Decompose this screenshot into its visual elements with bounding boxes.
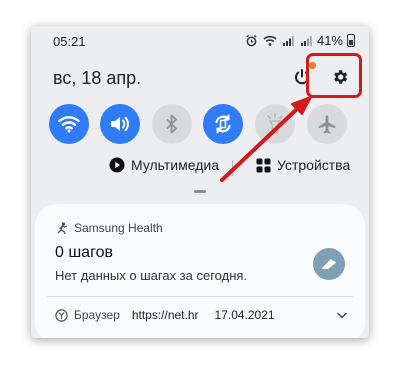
play-circle-icon <box>109 157 125 173</box>
devices-label: Устройства <box>277 157 351 173</box>
notification-message: Нет данных о шагах за сегодня. <box>55 268 248 283</box>
flashlight-toggle[interactable] <box>255 104 295 144</box>
media-button[interactable]: Мультимедиа <box>109 157 219 173</box>
status-time: 05:21 <box>53 34 86 49</box>
media-row: Мультимедиа Устройства <box>31 157 369 179</box>
chevron-down-icon <box>337 312 347 319</box>
wifi-icon <box>263 34 277 48</box>
status-bar: 05:21 41% <box>31 26 369 58</box>
flashlight-icon <box>267 113 283 134</box>
browser-icon <box>55 308 68 322</box>
bluetooth-toggle[interactable] <box>152 104 192 144</box>
gear-icon <box>334 70 348 84</box>
browser-date: 17.04.2021 <box>214 308 275 322</box>
battery-icon <box>347 34 355 47</box>
media-label: Мультимедиа <box>131 157 219 173</box>
notification-panel: 05:21 41% вс, 18 апр. Мультимедиа Устрой… <box>31 26 369 338</box>
signal-icon <box>281 34 295 48</box>
browser-app-name: Браузер <box>74 308 120 322</box>
samsung-health-icon <box>57 222 68 234</box>
notification-card: Samsung Health 0 шагов Нет данных о шага… <box>35 204 365 338</box>
airplane-toggle[interactable] <box>307 104 347 144</box>
power-icon <box>295 69 309 85</box>
devices-grid-icon <box>256 158 271 172</box>
media-divider <box>232 160 233 176</box>
samsung-health-header: Samsung Health <box>57 221 163 235</box>
volume-icon <box>111 116 129 132</box>
settings-button[interactable] <box>327 64 353 90</box>
notification-title: 0 шагов <box>55 244 113 261</box>
shoe-icon <box>322 259 336 269</box>
panel-handle[interactable] <box>194 190 206 193</box>
wifi-toggle[interactable] <box>49 104 89 144</box>
expand-chevron-button[interactable] <box>335 308 349 322</box>
auto-rotate-toggle[interactable] <box>203 104 243 144</box>
notification-app-name: Samsung Health <box>74 221 163 235</box>
wifi-icon <box>58 116 80 133</box>
browser-notification[interactable]: Браузер https://net.hr 17.04.2021 <box>55 308 275 322</box>
signal-icon <box>299 34 313 48</box>
bluetooth-icon <box>166 114 177 134</box>
card-divider <box>47 296 353 297</box>
browser-url: https://net.hr <box>131 308 199 322</box>
sound-toggle[interactable] <box>100 104 140 144</box>
rotate-icon <box>215 114 231 134</box>
alarm-icon <box>245 34 259 48</box>
date-label: вс, 18 апр. <box>53 68 142 88</box>
devices-button[interactable]: Устройства <box>256 157 350 173</box>
shoe-action-button[interactable] <box>313 248 345 280</box>
status-icons: 41% <box>245 33 355 48</box>
airplane-icon <box>318 115 336 134</box>
notification-dot <box>309 62 316 69</box>
battery-percent: 41% <box>316 33 343 48</box>
